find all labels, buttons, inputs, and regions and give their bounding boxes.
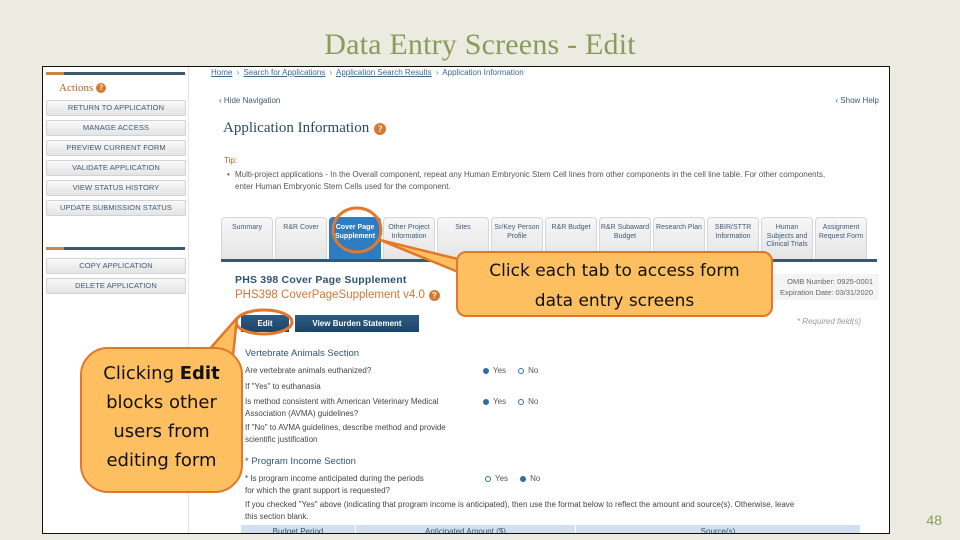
breadcrumb-search[interactable]: Search for Applications <box>243 68 325 77</box>
required-fields-note: * Required field(s) <box>796 317 861 326</box>
program-income-heading: * Program Income Section <box>245 456 356 467</box>
program-income-line2: for which the grant support is requested… <box>245 486 390 495</box>
edit-callout-line2: blocks other <box>106 392 217 413</box>
euthanized-question: Are vertebrate animals euthanized? <box>245 366 372 375</box>
tip-label: Tip: <box>224 156 238 165</box>
edit-callout-line3: users from <box>113 421 210 442</box>
tabs-callout-line2: data entry screens <box>534 291 695 311</box>
help-icon[interactable]: ? <box>374 122 387 135</box>
expiration-date: Expiration Date: 03/31/2020 <box>780 288 873 297</box>
tab-rr-cover[interactable]: R&R Cover <box>275 217 327 259</box>
avma-question-line2: Association (AVMA) guidelines? <box>245 409 359 418</box>
return-to-application-button[interactable]: RETURN TO APPLICATION <box>46 100 186 116</box>
radio-yes-selected[interactable] <box>483 367 489 374</box>
budget-table-header: Budget Period Anticipated Amount ($) Sou… <box>241 525 861 533</box>
form-title: PHS 398 Cover Page Supplement <box>235 274 407 286</box>
breadcrumb: Home › Search for Applications › Applica… <box>211 68 524 77</box>
breadcrumb-separator: › <box>329 68 333 77</box>
radio-no-selected[interactable] <box>520 475 527 482</box>
euthanized-radio-group: Yes No <box>483 366 546 375</box>
breadcrumb-separator: › <box>435 68 439 77</box>
preview-current-form-button[interactable]: PREVIEW CURRENT FORM <box>46 140 186 156</box>
avma-no-question: If "No" to AVMA guidelines, describe met… <box>245 422 446 446</box>
omb-number: OMB Number: 0925-0001 <box>787 277 873 286</box>
form-version-text: PHS398 CoverPageSupplement v4.0 <box>235 289 425 301</box>
radio-no[interactable] <box>518 398 525 405</box>
slide-page-number: 48 <box>926 512 942 528</box>
view-status-history-button[interactable]: VIEW STATUS HISTORY <box>46 180 186 196</box>
radio-label-yes: Yes <box>495 474 509 483</box>
bullet-icon: • <box>227 170 230 179</box>
tabs-callout: Click each tab to access form data entry… <box>456 251 773 317</box>
hide-navigation-link[interactable]: ‹ Hide Navigation <box>219 96 280 105</box>
omb-info: OMB Number: 0925-0001 Expiration Date: 0… <box>769 274 879 300</box>
form-version: PHS398 CoverPageSupplement v4.0 ? <box>235 289 440 301</box>
sidebar-divider <box>46 247 185 250</box>
radio-yes-selected[interactable] <box>483 398 489 405</box>
avma-no-line2: scientific justification <box>245 435 318 444</box>
column-header-budget-period: Budget Period <box>241 525 356 533</box>
delete-application-button[interactable]: DELETE APPLICATION <box>46 278 186 294</box>
actions-heading: Actions ? <box>59 82 188 94</box>
program-income-line1: * Is program income anticipated during t… <box>245 474 424 483</box>
breadcrumb-home[interactable]: Home <box>211 68 232 77</box>
tab-cover-page-supplement[interactable]: Cover Page Supplement <box>329 217 381 259</box>
program-income-note-line2: this section blank. <box>245 512 309 521</box>
edit-callout-bold: Edit <box>179 363 220 384</box>
validate-application-button[interactable]: VALIDATE APPLICATION <box>46 160 186 176</box>
column-header-anticipated-amount: Anticipated Amount ($) <box>356 525 576 533</box>
edit-callout: Clicking Edit blocks other users from ed… <box>80 347 243 493</box>
radio-label-no: No <box>530 474 541 483</box>
view-burden-statement-button[interactable]: View Burden Statement <box>295 315 419 332</box>
copy-application-button[interactable]: COPY APPLICATION <box>46 258 186 274</box>
euthanasia-subheading: If "Yes" to euthanasia <box>245 382 321 391</box>
avma-no-line1: If "No" to AVMA guidelines, describe met… <box>245 423 446 432</box>
program-income-radio-group: Yes No <box>485 474 548 483</box>
slide-title: Data Entry Screens - Edit <box>324 28 636 61</box>
avma-question: Is method consistent with American Veter… <box>245 396 438 420</box>
tab-other-project-information[interactable]: Other Project Information <box>383 217 435 259</box>
vertebrate-animals-heading: Vertebrate Animals Section <box>245 348 360 359</box>
program-income-note-line1: If you checked "Yes" above (indicating t… <box>245 500 795 509</box>
radio-no[interactable] <box>518 367 525 374</box>
tabs-callout-line1: Click each tab to access form <box>489 261 740 281</box>
page-title-text: Application Information <box>223 120 370 136</box>
breadcrumb-current: Application Information <box>442 68 524 77</box>
help-icon[interactable]: ? <box>428 289 440 301</box>
radio-label-yes: Yes <box>493 397 507 406</box>
edit-callout-line1: Clicking Edit <box>82 359 241 388</box>
tip-text: • Multi-project applications - In the Ov… <box>227 169 837 193</box>
page-title: Application Information ? <box>223 120 387 137</box>
avma-question-line1: Is method consistent with American Veter… <box>245 397 439 406</box>
sidebar-divider <box>46 72 185 75</box>
help-icon[interactable]: ? <box>96 83 107 93</box>
program-income-question: * Is program income anticipated during t… <box>245 473 424 497</box>
program-income-note: If you checked "Yes" above (indicating t… <box>245 499 845 523</box>
show-help-link[interactable]: ‹ Show Help <box>835 96 879 105</box>
tab-summary[interactable]: Summary <box>221 217 273 259</box>
radio-yes[interactable] <box>485 475 491 482</box>
edit-button[interactable]: Edit <box>241 315 289 332</box>
actions-label: Actions <box>59 82 94 94</box>
manage-access-button[interactable]: MANAGE ACCESS <box>46 120 186 136</box>
tip-body: Multi-project applications - In the Over… <box>235 170 826 191</box>
avma-radio-group: Yes No <box>483 397 546 406</box>
radio-label-yes: Yes <box>493 366 507 375</box>
update-submission-status-button[interactable]: UPDATE SUBMISSION STATUS <box>46 200 186 216</box>
edit-callout-prefix: Clicking <box>103 363 180 384</box>
column-header-sources: Source(s) <box>576 525 861 533</box>
breadcrumb-separator: › <box>236 68 240 77</box>
edit-callout-line4: editing form <box>106 450 217 471</box>
tab-assignment-request-form[interactable]: Assignment Request Form <box>815 217 867 259</box>
breadcrumb-search-results[interactable]: Application Search Results <box>336 68 432 77</box>
radio-label-no: No <box>528 366 539 375</box>
radio-label-no: No <box>528 397 539 406</box>
